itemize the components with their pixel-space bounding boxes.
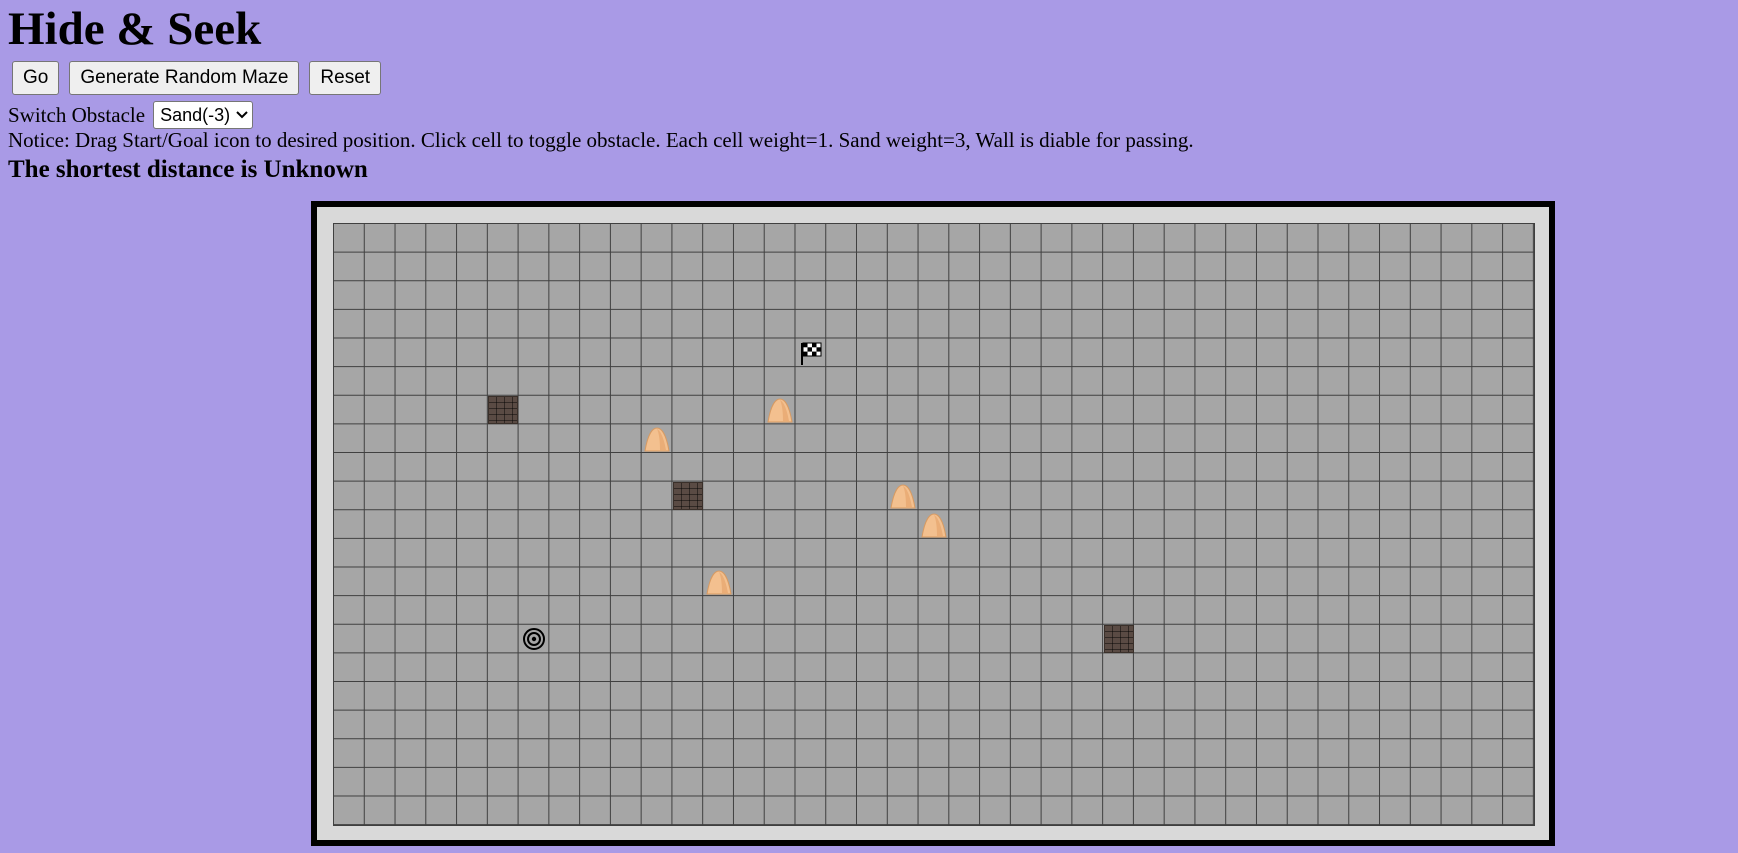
generate-random-maze-button[interactable]: Generate Random Maze — [69, 61, 300, 95]
switch-obstacle-row: Switch Obstacle Sand(-3) — [8, 101, 254, 129]
page-title: Hide & Seek — [8, 3, 262, 55]
go-button[interactable]: Go — [12, 61, 60, 95]
checkered-flag-icon[interactable] — [796, 339, 826, 367]
target-icon[interactable] — [519, 625, 549, 653]
wall-obstacle-icon[interactable] — [672, 482, 703, 510]
sand-pile-icon[interactable] — [919, 511, 949, 539]
obstacle-select[interactable]: Sand(-3) — [153, 101, 254, 129]
shortest-distance-text: The shortest distance is Unknown — [8, 156, 368, 183]
notice-text: Notice: Drag Start/Goal icon to desired … — [8, 128, 1194, 152]
wall-obstacle-icon[interactable] — [487, 396, 518, 424]
sand-pile-icon[interactable] — [704, 568, 734, 596]
obstacle-select-value: Sand(-3) — [160, 105, 231, 125]
reset-button[interactable]: Reset — [309, 61, 382, 95]
wall-obstacle-icon[interactable] — [1103, 625, 1134, 653]
sand-pile-icon[interactable] — [642, 425, 672, 453]
sand-pile-icon[interactable] — [765, 396, 795, 424]
chevron-down-icon — [236, 111, 248, 119]
sand-pile-icon[interactable] — [888, 482, 918, 510]
switch-obstacle-label: Switch Obstacle — [8, 103, 146, 127]
toolbar: Go Generate Random Maze Reset — [12, 61, 382, 95]
maze-grid[interactable] — [333, 223, 1535, 826]
